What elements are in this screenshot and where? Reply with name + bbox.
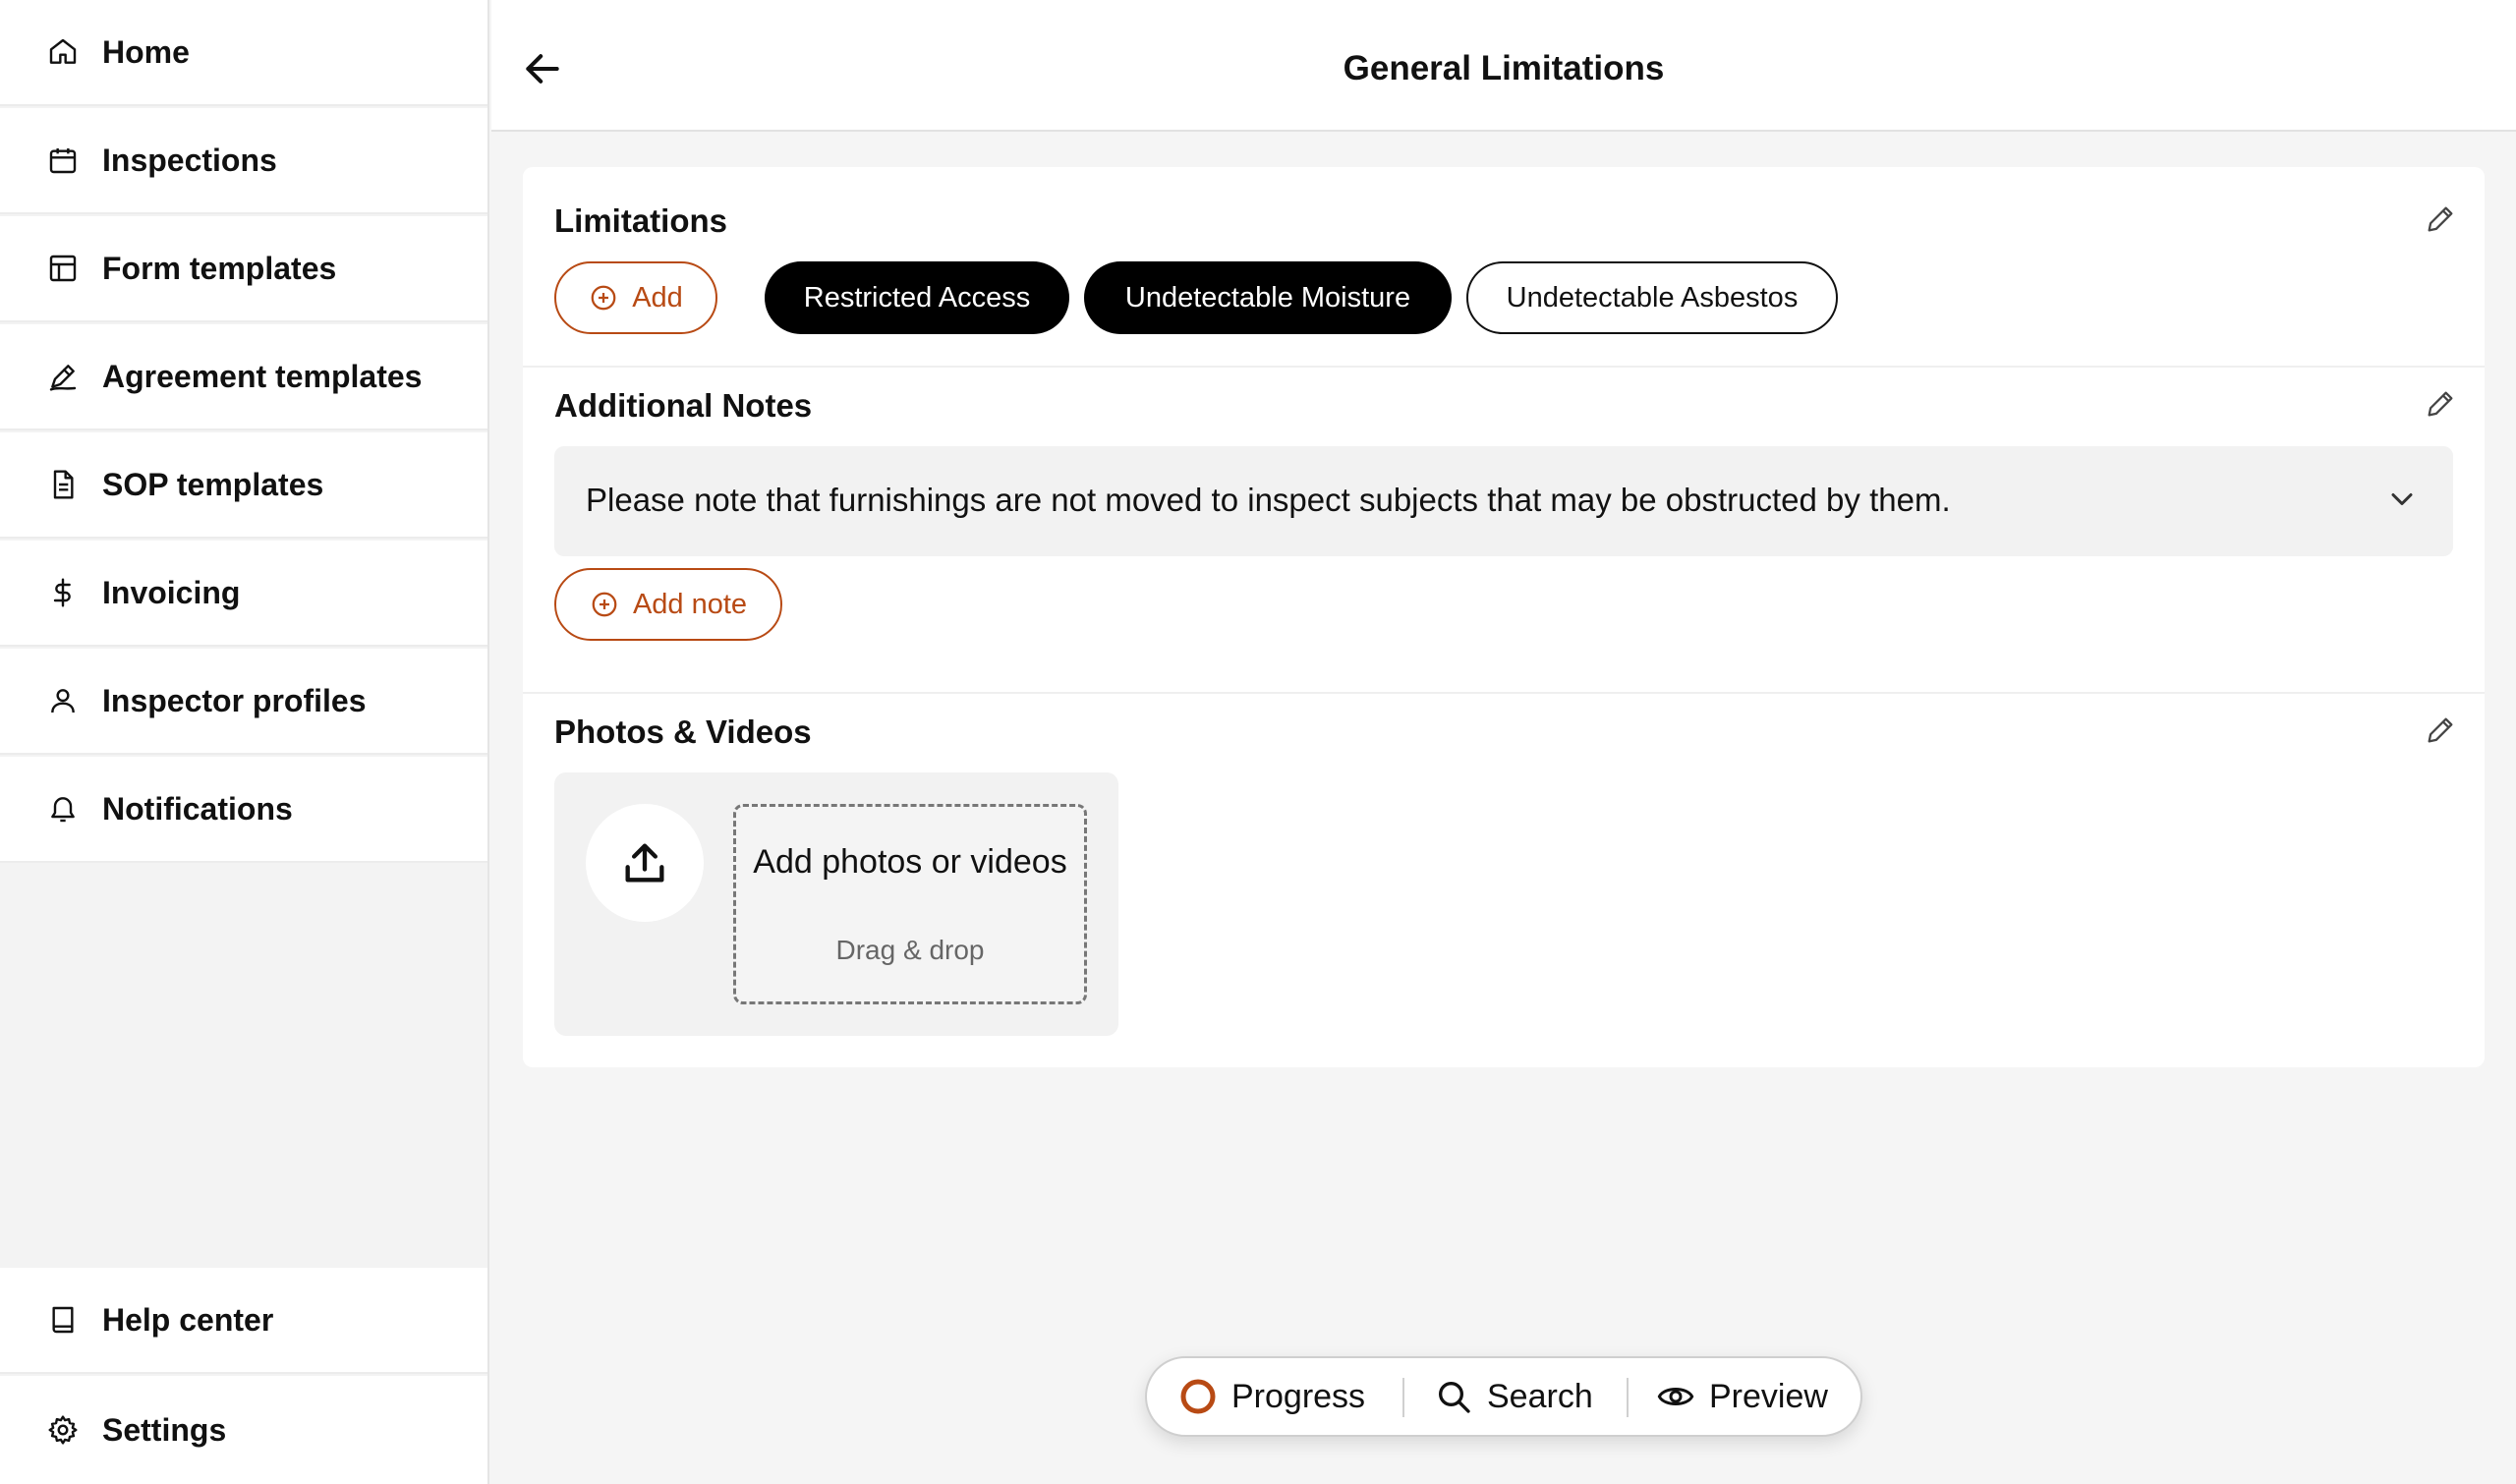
upload-button[interactable] [586,804,704,922]
limitations-section: Limitations Add Restricted Access Undete… [523,167,2485,366]
sidebar-item-inspector-profiles[interactable]: Inspector profiles [0,649,487,755]
calendar-icon [47,144,79,176]
signature-icon [47,361,79,392]
sidebar-item-agreement-templates[interactable]: Agreement templates [0,324,487,430]
plus-circle-icon [591,285,616,311]
sidebar-item-label: Form templates [102,250,337,286]
chip-label: Restricted Access [803,281,1031,314]
sidebar-item-label: Inspections [102,142,277,178]
top-bar: General Limitations [491,0,2516,132]
chip-undetectable-moisture[interactable]: Undetectable Moisture [1084,261,1452,334]
search-button[interactable]: Search [1434,1358,1593,1435]
bell-icon [47,793,79,825]
sidebar-item-notifications[interactable]: Notifications [0,757,487,863]
sidebar-item-label: Home [102,33,190,70]
note-item[interactable]: Please note that furnishings are not mov… [554,446,2453,556]
section-title: Photos & Videos [554,713,812,750]
book-icon [47,1304,79,1336]
edit-icon[interactable] [2424,713,2457,747]
add-limitation-label: Add [632,281,683,314]
sidebar: Home Inspections Form templates Agreemen… [0,0,489,1484]
search-icon [1439,1382,1470,1413]
drop-zone-title: Add photos or videos [753,843,1067,881]
chip-label: Undetectable Asbestos [1506,281,1799,314]
drop-zone-subtitle: Drag & drop [835,935,985,965]
sidebar-item-home[interactable]: Home [0,0,487,106]
section-title: Additional Notes [554,387,813,424]
layout-icon [47,253,79,284]
sidebar-item-invoicing[interactable]: Invoicing [0,541,487,647]
progress-button[interactable]: Progress [1178,1358,1365,1435]
media-section: Photos & Videos Add photos or videos Dra… [523,694,2485,1067]
search-label: Search [1487,1377,1593,1415]
toolbar-separator [1627,1378,1629,1417]
user-icon [47,685,79,716]
note-text: Please note that furnishings are not mov… [586,482,1951,518]
sidebar-item-label: Agreement templates [102,358,423,394]
media-uploader: Add photos or videos Drag & drop [554,772,1118,1036]
sidebar-item-label: Notifications [102,790,293,827]
preview-button[interactable]: Preview [1656,1358,1828,1435]
document-icon [47,469,79,500]
main-content: General Limitations Limitations Add Rest… [491,0,2516,1484]
sidebar-item-form-templates[interactable]: Form templates [0,216,487,322]
add-limitation-button[interactable]: Add [554,261,717,334]
sidebar-item-label: SOP templates [102,466,324,502]
preview-label: Preview [1709,1377,1828,1415]
bottom-toolbar: Progress Search Preview [1145,1356,1862,1437]
toolbar-separator [1402,1378,1404,1417]
sidebar-item-sop-templates[interactable]: SOP templates [0,432,487,539]
chevron-down-icon[interactable] [2384,482,2420,517]
sidebar-item-label: Inspector profiles [102,682,367,718]
sidebar-item-settings[interactable]: Settings [0,1376,487,1484]
eye-icon [1657,1388,1694,1405]
progress-label: Progress [1231,1377,1366,1415]
gear-icon [47,1414,79,1446]
section-title: Limitations [554,202,728,239]
add-note-button[interactable]: Add note [554,568,782,641]
edit-icon[interactable] [2424,387,2457,421]
plus-circle-icon [592,592,617,617]
chip-restricted-access[interactable]: Restricted Access [765,261,1069,334]
sidebar-item-inspections[interactable]: Inspections [0,108,487,214]
drop-zone[interactable]: Add photos or videos Drag & drop [733,804,1087,1004]
sidebar-item-label: Help center [102,1301,274,1338]
sidebar-item-label: Settings [102,1411,227,1448]
progress-ring-icon [1180,1379,1216,1414]
home-icon [47,36,79,68]
chip-label: Undetectable Moisture [1124,281,1411,314]
chip-undetectable-asbestos[interactable]: Undetectable Asbestos [1466,261,1838,334]
sidebar-item-label: Invoicing [102,574,241,610]
add-note-label: Add note [632,588,748,620]
notes-section: Additional Notes Please note that furnis… [523,368,2485,692]
edit-icon[interactable] [2424,202,2457,236]
upload-icon [625,843,664,883]
sidebar-item-help-center[interactable]: Help center [0,1268,487,1374]
dollar-icon [47,577,79,608]
page-title: General Limitations [1343,49,1665,87]
limitations-card: Limitations Add Restricted Access Undete… [523,167,2485,1067]
